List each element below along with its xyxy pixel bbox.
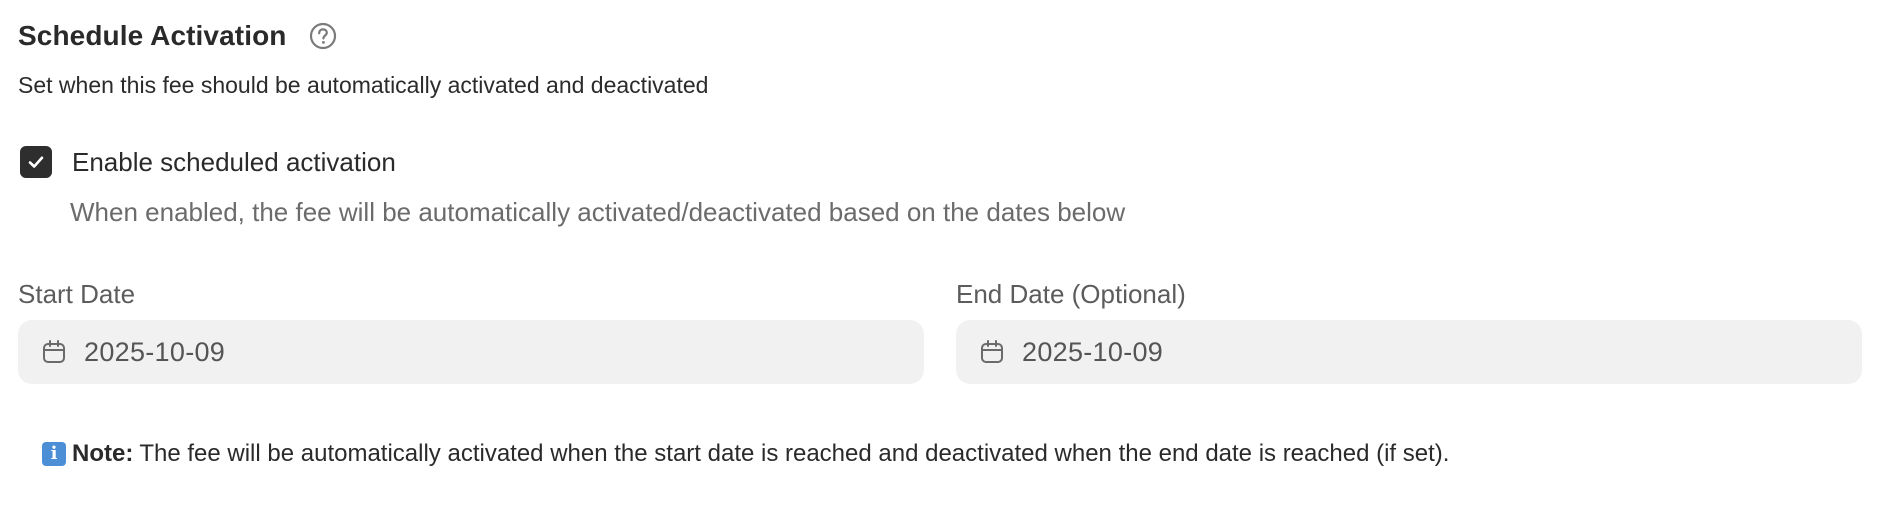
section-subtitle: Set when this fee should be automaticall…	[18, 72, 709, 98]
question-circle-icon[interactable]	[308, 21, 338, 51]
info-icon: i	[42, 442, 66, 466]
end-date-input[interactable]: 2025-10-09	[956, 320, 1862, 384]
section-header: Schedule Activation	[18, 18, 338, 54]
note-label: Note:	[72, 440, 134, 467]
start-date-value: 2025-10-09	[84, 336, 226, 367]
start-date-input[interactable]: 2025-10-09	[18, 320, 924, 384]
scheduled-activation-checkbox[interactable]	[20, 146, 52, 178]
calendar-icon	[40, 338, 68, 366]
note-text: The fee will be automatically activated …	[139, 440, 1450, 467]
calendar-icon	[978, 338, 1006, 366]
start-date-field: Start Date 2025-10-09	[18, 278, 924, 384]
start-date-label: Start Date	[18, 279, 136, 309]
checkmark-icon	[28, 156, 44, 168]
activation-note: i Note: The fee will be automatically ac…	[42, 440, 1449, 468]
scheduled-activation-label[interactable]: Enable scheduled activation	[72, 147, 396, 178]
end-date-label: End Date (Optional)	[956, 279, 1186, 309]
scheduled-activation-row[interactable]: Enable scheduled activation	[20, 146, 396, 178]
end-date-field: End Date (Optional) 2025-10-09	[956, 278, 1862, 384]
scheduled-activation-help-text: When enabled, the fee will be automatica…	[70, 197, 1126, 227]
end-date-value: 2025-10-09	[1022, 336, 1164, 367]
section-title: Schedule Activation	[18, 20, 287, 51]
